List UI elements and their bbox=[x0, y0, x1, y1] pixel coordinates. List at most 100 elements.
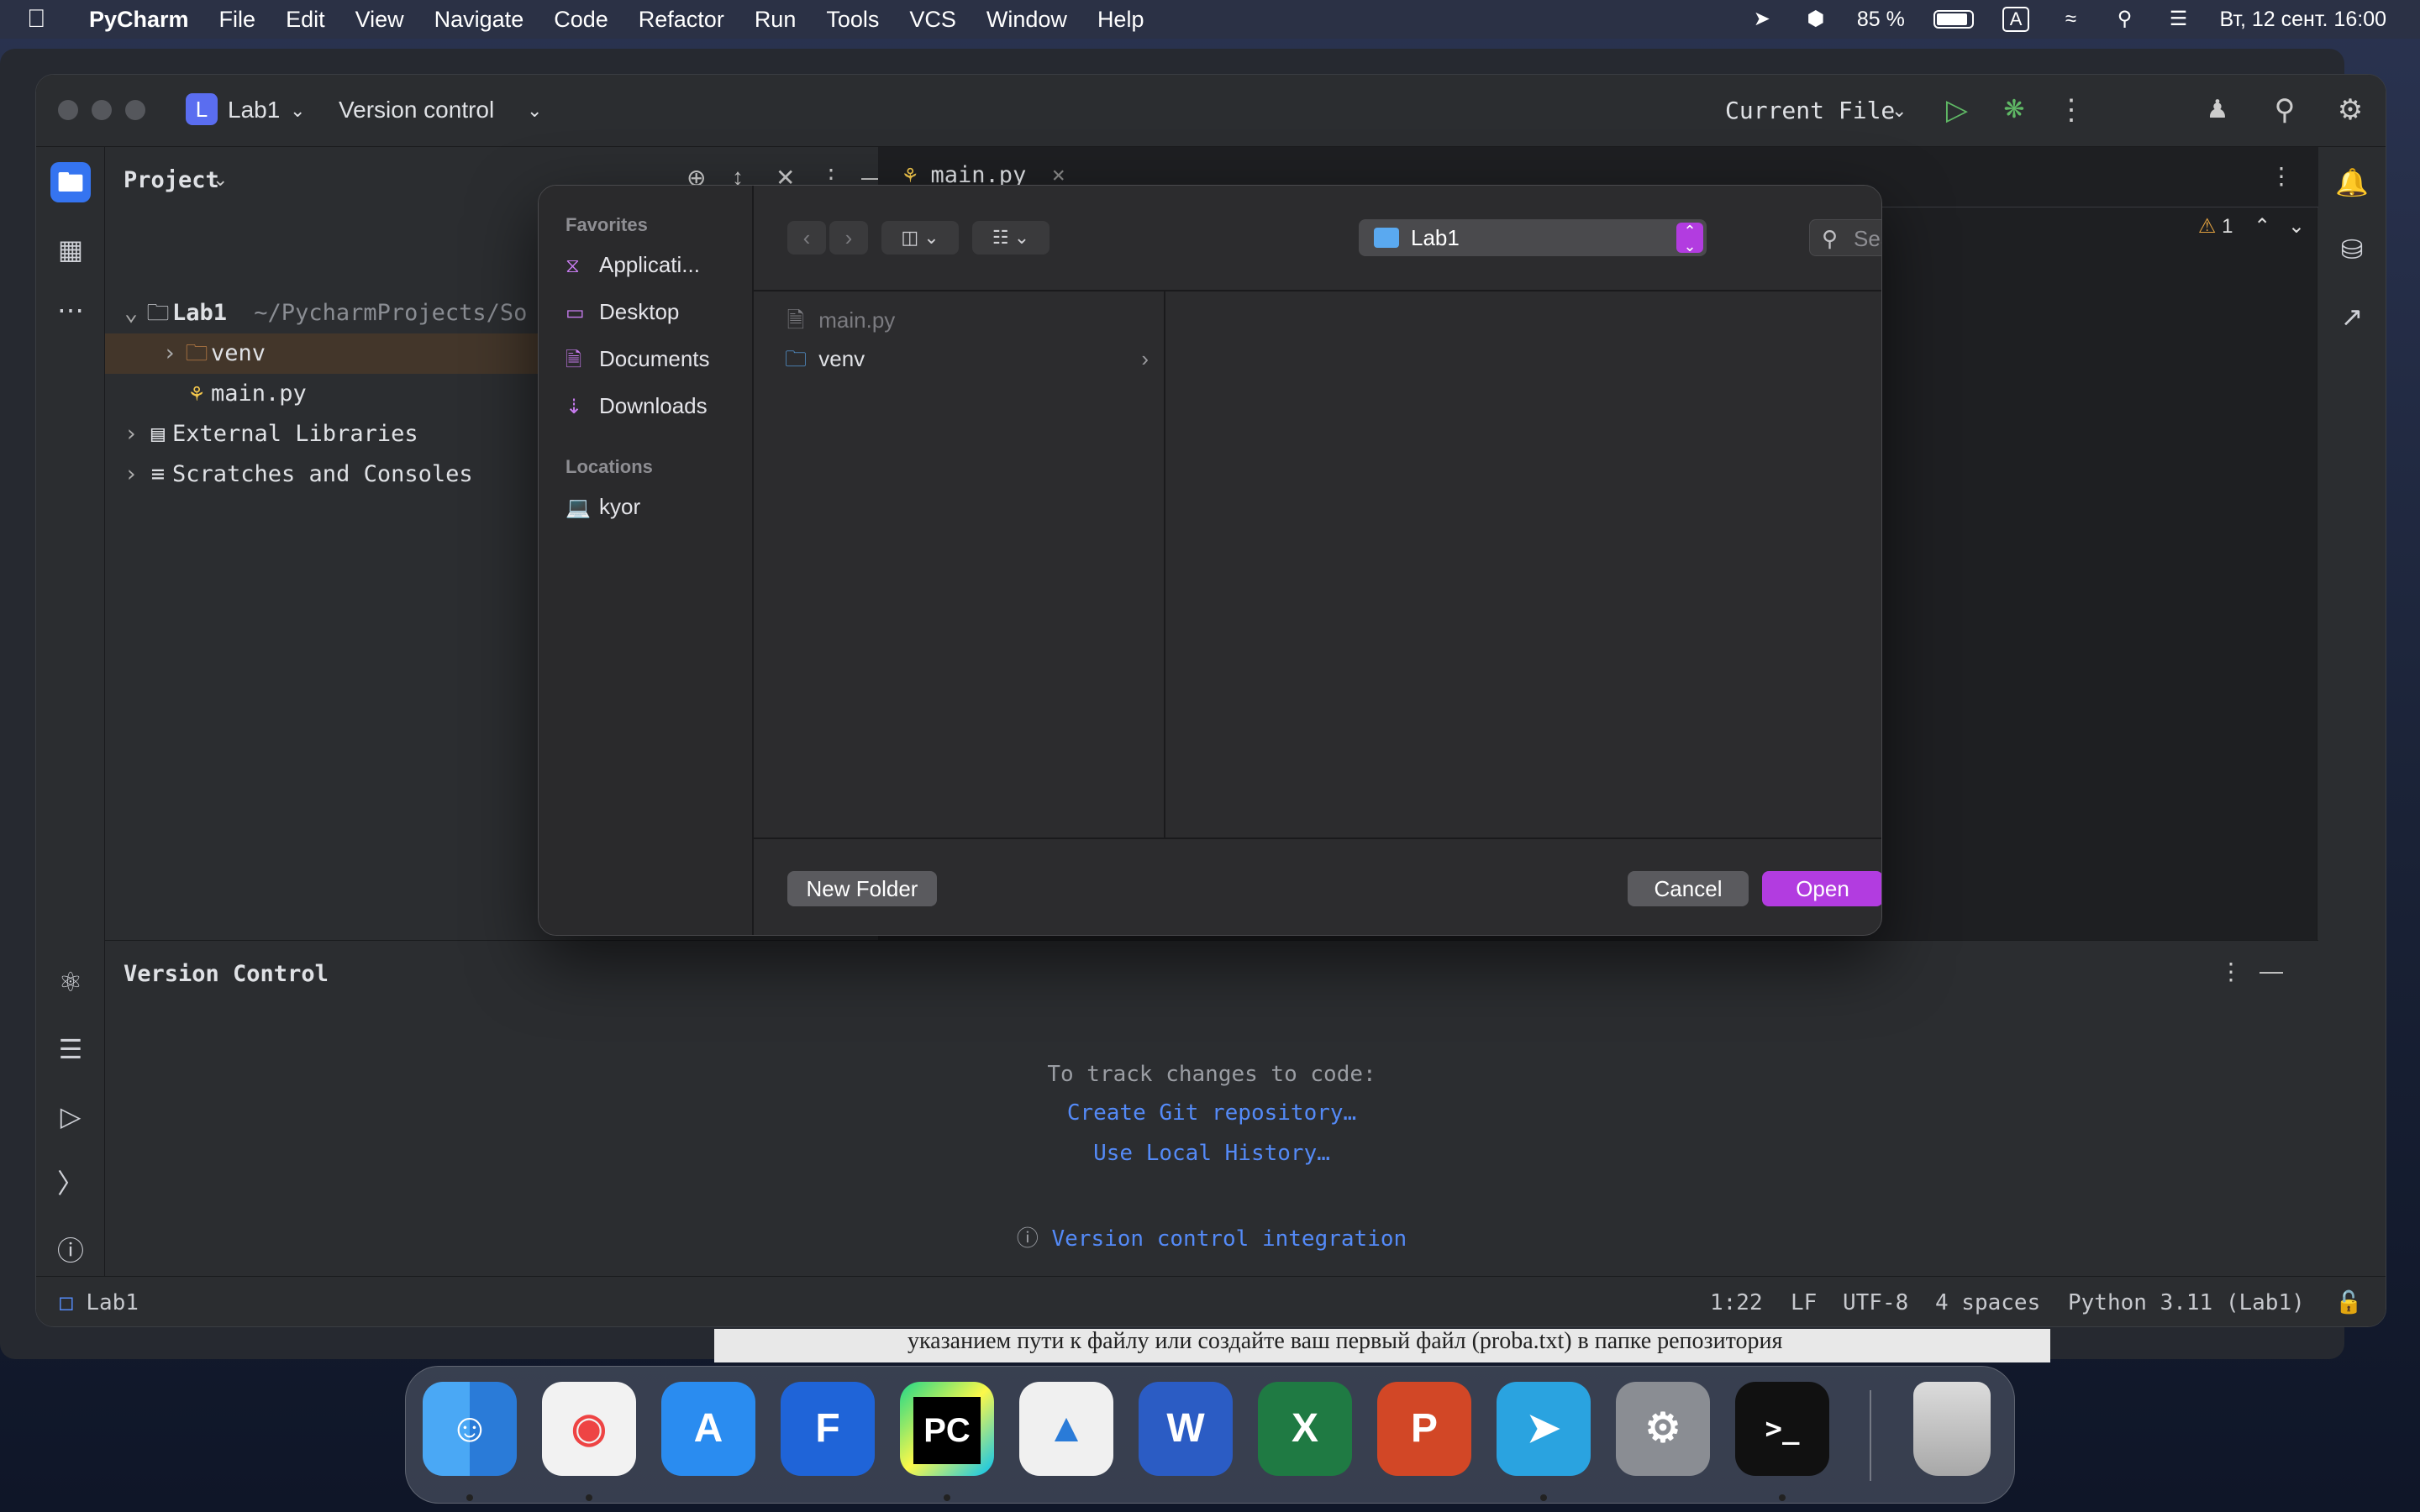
menu-help[interactable]: Help bbox=[1097, 7, 1144, 33]
instruments-icon[interactable]: ▲ bbox=[1019, 1382, 1113, 1476]
chrome-icon[interactable]: ◉ bbox=[542, 1382, 636, 1476]
back-button[interactable]: ‹ bbox=[787, 221, 826, 255]
use-local-history-link[interactable]: Use Local History… bbox=[105, 1141, 2318, 1166]
run-icon[interactable]: ▷ bbox=[1939, 92, 1975, 129]
inspection-widget[interactable]: ⚠ 1 ⌃ ⌄ bbox=[2198, 214, 2305, 239]
cancel-button[interactable]: Cancel bbox=[1628, 871, 1749, 906]
python-console-icon[interactable]: ⚛ bbox=[50, 962, 91, 1002]
trash-icon[interactable] bbox=[1913, 1382, 1991, 1476]
sidebar-item-applications[interactable]: ⧖ Applicati... bbox=[566, 246, 700, 283]
structure-tool-icon[interactable]: ▦ bbox=[50, 229, 91, 270]
sidebar-item-desktop[interactable]: ▭ Desktop bbox=[566, 293, 679, 330]
window-zoom-button[interactable] bbox=[125, 100, 145, 120]
file-row-venv[interactable]: 🗀 venv › bbox=[779, 340, 1149, 377]
menu-run[interactable]: Run bbox=[755, 7, 797, 33]
interpreter-selector[interactable]: Python 3.11 (Lab1) bbox=[2068, 1290, 2305, 1315]
chevron-down-icon[interactable]: ⌄ bbox=[1891, 100, 1907, 122]
tree-label: main.py bbox=[211, 381, 307, 407]
spotlight-search-icon[interactable]: ⚲ bbox=[2112, 7, 2137, 32]
file-encoding[interactable]: UTF-8 bbox=[1843, 1290, 1908, 1315]
status-project[interactable]: □ Lab1 bbox=[60, 1290, 139, 1315]
notion-icon[interactable]: F bbox=[781, 1382, 875, 1476]
caret-position[interactable]: 1:22 bbox=[1710, 1290, 1763, 1315]
battery-icon[interactable] bbox=[1933, 10, 1974, 29]
excel-icon[interactable]: X bbox=[1258, 1382, 1352, 1476]
location-icon[interactable]: ➤ bbox=[1749, 7, 1775, 32]
tab-options-icon[interactable]: ⋮ bbox=[2270, 162, 2293, 190]
word-icon[interactable]: W bbox=[1139, 1382, 1233, 1476]
chevron-up-icon[interactable]: ⌃ bbox=[2254, 215, 2270, 238]
sidebar-item-documents[interactable]: 🗎 Documents bbox=[566, 340, 710, 377]
sidebar-item-downloads[interactable]: ⇣ Downloads bbox=[566, 387, 708, 424]
lock-icon[interactable]: 🔓 bbox=[2335, 1290, 2362, 1315]
sciview-icon[interactable]: ↗ bbox=[2332, 297, 2372, 337]
create-git-repository-link[interactable]: Create Git repository… bbox=[105, 1100, 2318, 1126]
chevron-right-icon[interactable]: › bbox=[118, 414, 144, 454]
telegram-icon[interactable]: ➤ bbox=[1497, 1382, 1591, 1476]
chevron-down-icon[interactable]: ⌄ bbox=[2288, 215, 2305, 238]
menu-window[interactable]: Window bbox=[986, 7, 1067, 33]
menu-code[interactable]: Code bbox=[554, 7, 608, 33]
view-mode-button[interactable]: ◫ ⌄ bbox=[881, 221, 959, 255]
wifi-icon[interactable]: ≈ bbox=[2058, 7, 2083, 32]
indent-setting[interactable]: 4 spaces bbox=[1935, 1290, 2040, 1315]
chevron-right-icon[interactable]: › bbox=[118, 454, 144, 495]
open-button[interactable]: Open bbox=[1762, 871, 1881, 906]
services-icon[interactable]: ▷ bbox=[50, 1096, 91, 1137]
finder-icon[interactable]: ☺ bbox=[423, 1382, 517, 1476]
more-actions-icon[interactable]: ⋮ bbox=[2053, 92, 2090, 129]
version-control-panel: Version Control — ⋮ To track changes to … bbox=[105, 940, 2318, 1278]
powerpoint-icon[interactable]: P bbox=[1377, 1382, 1471, 1476]
window-close-button[interactable] bbox=[58, 100, 78, 120]
search-field[interactable]: ⚲ Search bbox=[1809, 219, 1881, 256]
project-switcher[interactable]: Lab1 bbox=[228, 97, 280, 123]
menu-edit[interactable]: Edit bbox=[286, 7, 325, 33]
python-packages-icon[interactable]: ☰ bbox=[50, 1029, 91, 1069]
new-folder-button[interactable]: New Folder bbox=[787, 871, 937, 906]
hide-panel-icon[interactable]: — bbox=[2260, 958, 2283, 984]
control-center-icon[interactable]: ☰ bbox=[2165, 7, 2191, 32]
location-popup[interactable]: Lab1 ⌃ ⌄ bbox=[1359, 219, 1707, 256]
problems-icon[interactable]: ⓘ bbox=[50, 1231, 91, 1271]
more-tools-icon[interactable]: ⋯ bbox=[50, 290, 91, 330]
chevron-down-icon[interactable]: ⌄ bbox=[290, 100, 305, 122]
forward-button[interactable]: › bbox=[829, 221, 868, 255]
add-user-icon[interactable]: ♟ bbox=[2199, 92, 2236, 129]
chevron-down-icon[interactable]: ⌄ bbox=[213, 169, 228, 191]
menu-view[interactable]: View bbox=[355, 7, 404, 33]
window-minimize-button[interactable] bbox=[92, 100, 112, 120]
run-configuration-selector[interactable]: Current File bbox=[1725, 97, 1895, 124]
menu-app-name[interactable]: PyCharm bbox=[89, 7, 189, 33]
app-store-icon[interactable]: A bbox=[661, 1382, 755, 1476]
search-everywhere-icon[interactable]: ⚲ bbox=[2266, 92, 2303, 129]
box-icon[interactable]: ⬢ bbox=[1803, 7, 1828, 32]
project-badge[interactable]: L bbox=[186, 93, 218, 125]
apple-menu-icon[interactable]:  bbox=[27, 5, 66, 34]
input-source-icon[interactable]: A bbox=[2002, 7, 2030, 32]
terminal-icon[interactable]: >_ bbox=[1735, 1382, 1829, 1476]
debug-icon[interactable]: ❋ bbox=[1996, 92, 2033, 129]
pycharm-icon[interactable]: PC bbox=[900, 1382, 994, 1476]
vcs-widget[interactable]: Version control bbox=[339, 97, 494, 123]
settings-gear-icon[interactable]: ⚙ bbox=[2332, 92, 2369, 129]
line-separator[interactable]: LF bbox=[1791, 1290, 1817, 1315]
menu-tools[interactable]: Tools bbox=[826, 7, 879, 33]
menu-navigate[interactable]: Navigate bbox=[434, 7, 524, 33]
sidebar-item-kyor[interactable]: 💻 kyor bbox=[566, 488, 640, 525]
vc-integration-link[interactable]: Version control integration bbox=[1052, 1226, 1407, 1252]
group-button[interactable]: ☷ ⌄ bbox=[972, 221, 1050, 255]
chevron-down-icon[interactable]: ⌄ bbox=[527, 100, 542, 122]
database-icon[interactable]: ⛁ bbox=[2332, 229, 2372, 270]
menu-clock[interactable]: Вт, 12 сент. 16:00 bbox=[2219, 8, 2386, 32]
chevron-right-icon[interactable]: › bbox=[157, 333, 182, 374]
menu-file[interactable]: File bbox=[219, 7, 256, 33]
project-tool-icon[interactable]: 🖿 bbox=[50, 162, 91, 202]
project-panel-title[interactable]: Project bbox=[124, 167, 219, 193]
notifications-bell-icon[interactable]: 🔔 bbox=[2332, 162, 2372, 202]
menu-vcs[interactable]: VCS bbox=[909, 7, 956, 33]
system-settings-icon[interactable]: ⚙ bbox=[1616, 1382, 1710, 1476]
menu-refactor[interactable]: Refactor bbox=[639, 7, 724, 33]
chevron-down-icon[interactable]: ⌄ bbox=[118, 293, 144, 333]
options-icon[interactable]: ⋮ bbox=[2219, 958, 2243, 985]
terminal-tool-icon[interactable]: 〉 bbox=[50, 1163, 91, 1204]
